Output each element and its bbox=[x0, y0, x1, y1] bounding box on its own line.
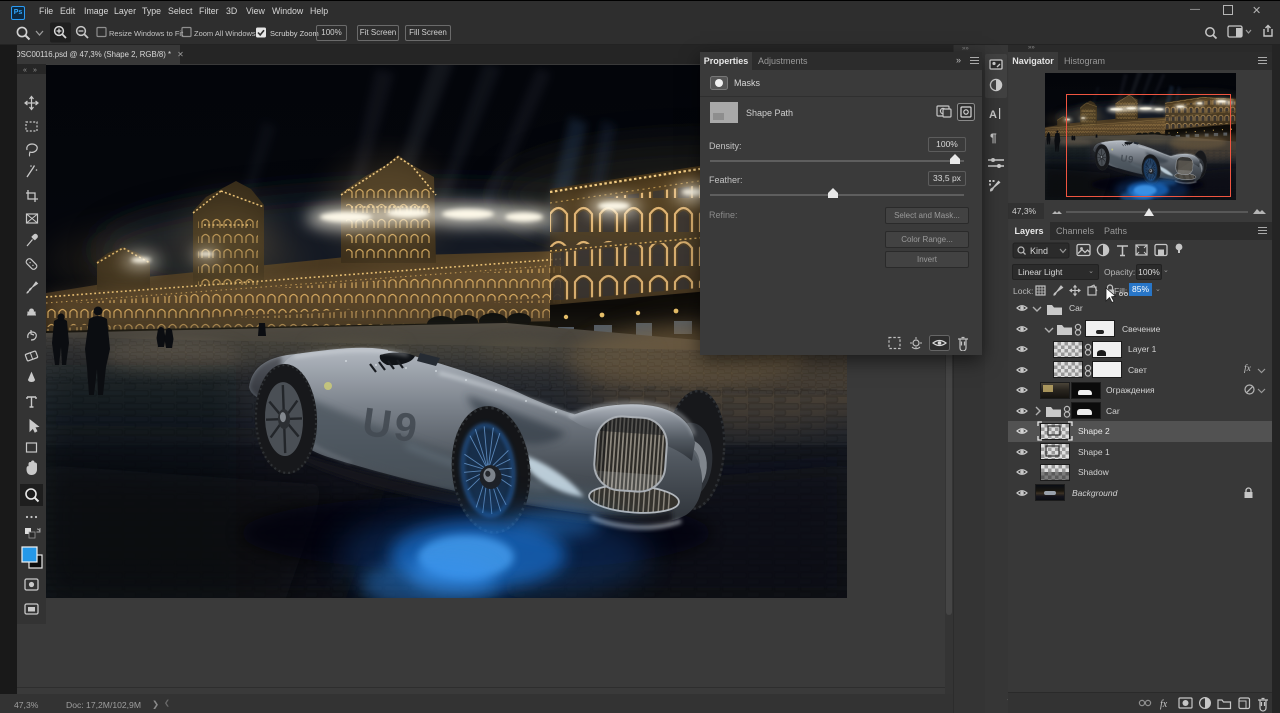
svg-text:¶: ¶ bbox=[990, 131, 997, 145]
svg-text:fx: fx bbox=[1160, 699, 1168, 710]
svg-text:A: A bbox=[989, 109, 997, 121]
svg-text:Kind: Kind bbox=[1030, 246, 1048, 256]
svg-text:»: » bbox=[33, 67, 37, 74]
svg-text:«: « bbox=[23, 67, 27, 74]
